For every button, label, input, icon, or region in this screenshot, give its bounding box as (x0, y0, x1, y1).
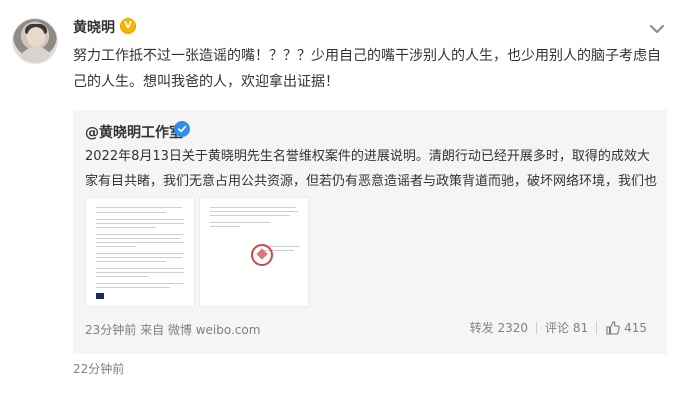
reposted-author[interactable]: @黄晓明工作室 (85, 122, 183, 142)
chevron-down-icon[interactable] (648, 20, 666, 38)
author-name[interactable]: 黄晓明 (73, 17, 115, 37)
reposted-stats: 转发 2320 评论 81 415 (470, 319, 647, 336)
comment-count-button[interactable]: 评论 81 (545, 319, 588, 336)
document-image-thumbnail[interactable] (199, 197, 309, 307)
stats-divider (596, 321, 598, 334)
avatar-face (27, 27, 45, 47)
post-text: 努力工作抵不过一张造谣的嘴！？？？少用自己的嘴干涉别人的人生，也少用别人的脑子考… (73, 48, 661, 90)
repost-count-button[interactable]: 转发 2320 (470, 319, 528, 336)
thumb-up-icon (606, 320, 620, 335)
weibo-post: 黄晓明 V 努力工作抵不过一张造谣的嘴！？？？少用自己的嘴干涉别人的人生，也少用… (0, 0, 679, 393)
post-timestamp[interactable]: 22分钟前 (73, 360, 124, 377)
official-seal-icon (251, 244, 273, 266)
vip-badge-icon[interactable]: V (120, 18, 136, 34)
document-logo-mark (96, 293, 104, 299)
avatar-body (19, 47, 53, 63)
verified-badge-icon[interactable] (174, 121, 190, 137)
like-count: 415 (624, 320, 647, 335)
reposted-meta: 23分钟前 来自 微博 weibo.com (85, 323, 261, 337)
reposted-card[interactable]: @黄晓明工作室 2022年8月13日关于黄晓明先生名誉维权案件的进展说明。清朗行… (73, 110, 667, 354)
vip-badge-label: V (124, 20, 132, 31)
document-image-thumbnail[interactable] (85, 197, 195, 307)
stats-divider (536, 321, 537, 334)
like-button[interactable]: 415 (605, 320, 647, 336)
avatar[interactable] (12, 18, 58, 64)
checkmark-icon (177, 125, 187, 133)
